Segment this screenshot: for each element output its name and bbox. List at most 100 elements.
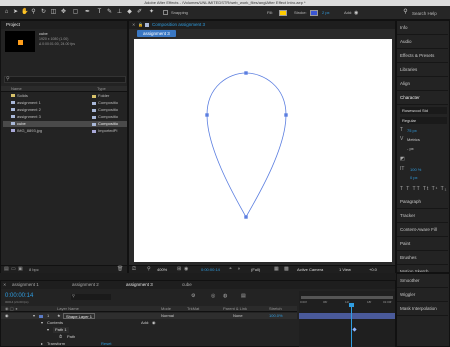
vertex-handle[interactable] [205,113,209,117]
camera-dropdown[interactable]: Active Camera [297,268,323,272]
always-preview-icon[interactable]: ⎚ [132,267,136,272]
panel-smoother[interactable]: Smoother [397,274,448,288]
brush-tool-icon[interactable]: ✎ [106,9,113,16]
comp-flowchart-icon[interactable]: ⚙ [191,294,195,299]
zoom-tool-icon[interactable]: ⚲ [30,9,37,16]
column-type[interactable]: Type [97,86,106,92]
search-icon[interactable]: ⚲ [402,9,409,16]
hand-tool-icon[interactable]: ✋ [21,9,28,16]
transform-row[interactable]: ▸ Transform Reset [1,341,297,347]
stroke-width-value[interactable]: 2 px [322,11,330,15]
view-layout-dropdown[interactable]: 1 View [339,268,351,272]
panel-info[interactable]: Info [397,21,448,35]
expand-arrow-icon[interactable]: ▾ [33,313,35,319]
composition-viewer[interactable] [134,39,392,262]
camera-icon[interactable]: ◉ [184,267,188,272]
lock-icon[interactable]: 🔒 [138,23,143,27]
label-color[interactable] [39,314,43,318]
zoom-dropdown[interactable]: 400% [157,268,167,272]
puppet-tool-icon[interactable]: ✦ [148,9,155,16]
transparency-grid-icon[interactable]: ▩ [284,267,289,272]
faux-style-icons[interactable]: T T TT Tt T¹ T₁ [400,187,447,192]
panel-audio[interactable]: Audio [397,35,448,49]
composition-timecode[interactable]: 0:00:00:14 [201,268,220,272]
baseline-value[interactable]: 0 px [410,176,418,180]
layer-name[interactable]: Shape Layer 1 [63,313,96,319]
pin-shape-path[interactable] [134,39,392,262]
fill-stroke-icon[interactable]: ◩ [400,157,405,162]
panel-paint[interactable]: Paint [397,237,448,251]
project-search-input[interactable]: ⚲ [4,76,126,83]
add-icon[interactable]: ◉ [152,320,156,326]
composition-tab[interactable]: assignment 3 [137,30,176,37]
vertex-handle[interactable] [244,71,248,75]
expand-arrow-icon[interactable]: ▸ [41,341,43,347]
contents-row[interactable]: ▾ Contents Add: ◉ [1,320,297,326]
font-style-dropdown[interactable]: Regular [400,117,447,124]
home-icon[interactable]: ⌂ [3,9,10,16]
close-icon[interactable]: ✕ [3,283,6,287]
panel-motion-sketch[interactable]: Motion Sketch [397,265,448,272]
column-name[interactable]: Name [11,86,22,92]
column-trkmat[interactable]: TrkMat [187,306,199,312]
timeline-tab-assignment-1[interactable]: assignment 1 [9,281,42,289]
type-tool-icon[interactable]: T [96,9,103,16]
stopwatch-icon[interactable]: ⏱ [59,334,62,340]
font-size-value[interactable]: 75 px [407,129,417,133]
expand-arrow-icon[interactable]: ▾ [41,320,43,326]
search-help-input[interactable]: Search Help [412,10,448,17]
camera-tool-icon[interactable]: ◫ [50,9,57,16]
rectangle-tool-icon[interactable]: ▢ [72,9,79,16]
list-item[interactable]: Solids Folder [3,93,127,99]
panel-mask-interpolation[interactable]: Mask Interpolation [397,302,448,316]
panel-character[interactable]: Character [397,91,448,105]
font-family-dropdown[interactable]: Rosewood Std [400,107,447,114]
exposure-value[interactable]: +0.0 [369,268,377,272]
vertex-handle[interactable] [244,215,248,219]
timeline-timecode[interactable]: 0:00:00:14 [5,293,33,299]
resolution-dropdown[interactable]: (Full) [251,268,260,272]
work-area-bar[interactable] [301,296,393,299]
timeline-tab-cube[interactable]: cube [179,281,195,289]
playhead-handle[interactable] [349,303,354,307]
panel-libraries[interactable]: Libraries [397,63,448,77]
column-mode[interactable]: Mode [161,306,171,312]
panel-brushes[interactable]: Brushes [397,251,448,265]
clone-stamp-tool-icon[interactable]: ⊥ [116,9,123,16]
add-dropdown-icon[interactable]: ◉ [354,11,358,16]
new-folder-icon[interactable]: ▭ [11,267,16,272]
interpret-footage-icon[interactable]: ▤ [4,267,9,272]
project-tab[interactable]: Project [3,21,23,29]
composition-panel-title[interactable]: Composition assignment 3 [152,22,205,28]
layer-mode-dropdown[interactable]: Normal [161,313,174,319]
motion-blur-icon[interactable]: ◍ [223,294,227,299]
layer-stretch-value[interactable]: 100.0% [269,313,283,319]
timeline-tab-assignment-2[interactable]: assignment 2 [69,281,102,289]
list-item-selected[interactable]: cube Compositio [3,121,127,127]
channel-icon[interactable]: ◑ [237,267,240,272]
keyframe-marker[interactable] [352,327,357,332]
kerning-value[interactable]: Metrics [407,138,420,142]
rotate-tool-icon[interactable]: ↻ [40,9,47,16]
timeline-search-input[interactable]: ⚲ [71,294,111,300]
expand-arrow-icon[interactable]: ▾ [47,327,49,333]
list-item[interactable]: assignment 3 Compositio [3,114,127,120]
trash-icon[interactable]: 🗑 [117,267,123,272]
visibility-eye-icon[interactable]: ◉ [5,313,9,319]
list-item[interactable]: IMG_8893.jpg ImportedPl [3,128,127,134]
scale-value[interactable]: 100 % [410,168,421,172]
fit-icon[interactable]: ⊞ [177,267,181,272]
panel-effects-presets[interactable]: Effects & Presets [397,49,448,63]
list-item[interactable]: assignment 1 Compositio [3,100,127,106]
roto-brush-tool-icon[interactable]: ✐ [136,9,143,16]
snapshot-icon[interactable]: ◓ [229,267,232,272]
current-time-indicator[interactable] [351,306,352,347]
new-composition-icon[interactable]: ▣ [18,267,23,272]
draft-3d-icon[interactable]: ◎ [211,294,215,299]
list-item[interactable]: assignment 2 Compositio [3,107,127,113]
graph-editor-icon[interactable]: ▤ [241,294,246,299]
transform-reset-link[interactable]: Reset [101,341,111,347]
shape-path[interactable] [206,72,287,218]
timeline-tab-assignment-3[interactable]: assignment 3 [123,281,156,289]
pen-tool-icon[interactable]: ✒ [84,9,91,16]
